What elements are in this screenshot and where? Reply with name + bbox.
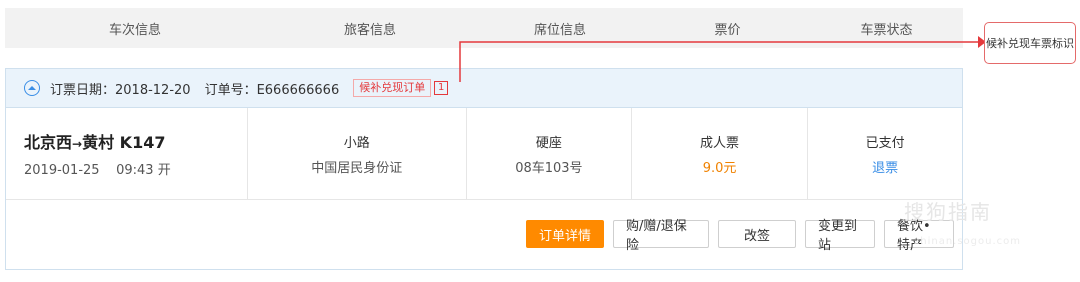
action-bar: 订单详情 购/赠/退保险 改签 变更到站 餐饮•特产 (6, 200, 962, 268)
order-details-button[interactable]: 订单详情 (526, 220, 604, 248)
order-page: 车次信息 旅客信息 席位信息 票价 车票状态 订票日期：2018-12-20 订… (0, 0, 1080, 282)
ticket-type: 成人票 (700, 135, 740, 151)
callout-box: 候补兑现车票标识 (984, 22, 1076, 64)
callout-text: 候补兑现车票标识 (986, 37, 1074, 50)
insurance-button[interactable]: 购/赠/退保险 (613, 219, 709, 253)
seat-type: 硬座 (535, 135, 562, 151)
status-cell: 已支付 退票 (808, 108, 962, 199)
ticket-price: 9.0元 (702, 160, 737, 176)
train-info-cell: 北京西→黄村 K147 2019-01-25 09:43 开 (6, 108, 248, 199)
watermark-text: 搜狗指南 (904, 200, 992, 224)
passenger-name: 小路 (343, 135, 370, 151)
watermark-url: zhinan.sogou.com (914, 236, 1022, 247)
train-number: K147 (119, 133, 166, 152)
ticket-status: 已支付 (865, 135, 905, 151)
departure-datetime: 2019-01-25 09:43 开 (24, 163, 171, 178)
price-cell: 成人票 9.0元 (632, 108, 809, 199)
order-date: 订票日期：2018-12-20 (50, 82, 191, 98)
seat-info-cell: 硬座 08车103号 (467, 108, 632, 199)
callout-connector (459, 36, 986, 82)
col-train-info: 车次信息 (108, 22, 161, 38)
order-number: 订单号：E666666666 (204, 82, 340, 98)
change-station-button[interactable]: 变更到站 (805, 219, 875, 253)
change-ticket-button[interactable]: 改签 (718, 220, 796, 248)
route-title: 北京西→黄村 K147 (24, 133, 166, 152)
id-type: 中国居民身份证 (311, 160, 403, 176)
order-card: 订票日期：2018-12-20 订单号：E666666666 候补兑现订单 1 … (5, 68, 963, 270)
passenger-info-cell: 小路 中国居民身份证 (248, 108, 468, 199)
ticket-row: 北京西→黄村 K147 2019-01-25 09:43 开 小路 中国居民身份… (6, 108, 962, 200)
waitlist-order-tag: 候补兑现订单 (353, 79, 432, 97)
refund-link[interactable]: 退票 (872, 157, 898, 176)
seat-number: 08车103号 (515, 160, 583, 176)
collapse-toggle-icon[interactable] (24, 80, 40, 96)
